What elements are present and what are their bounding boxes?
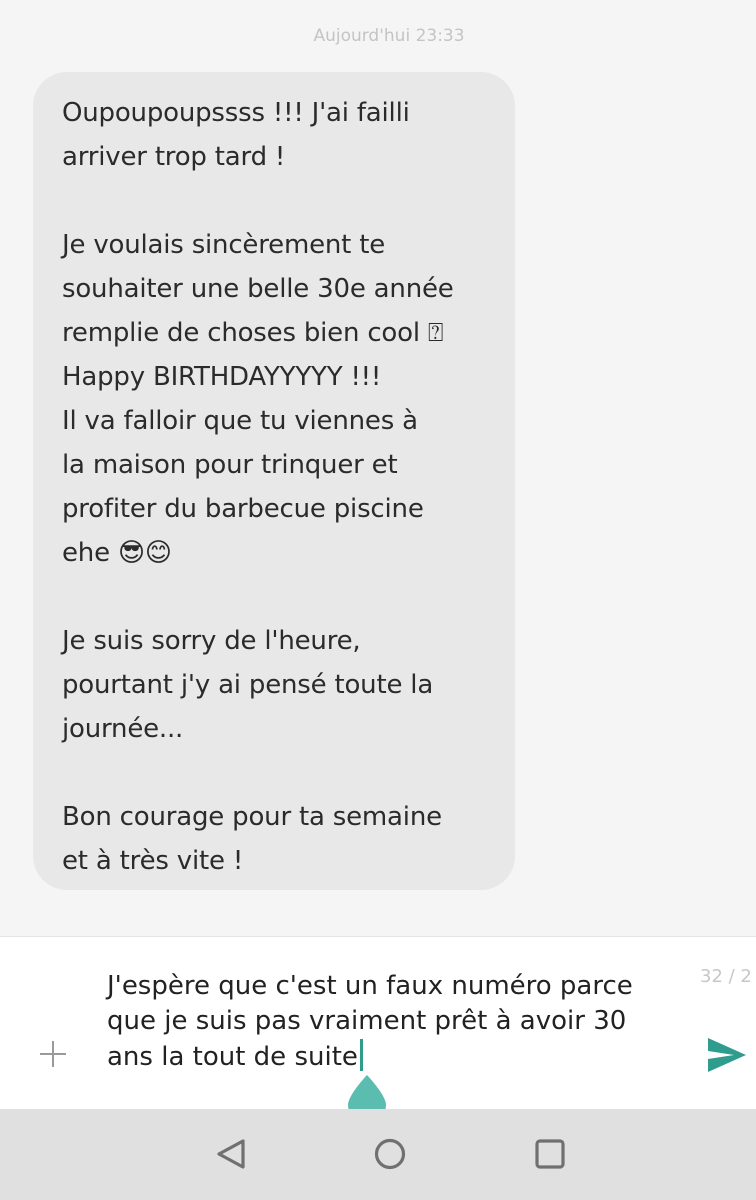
square-recents-icon[interactable] — [533, 1137, 567, 1171]
message-text-part-3: Je suis sorry de l'heure, pourtant j'y a… — [62, 626, 442, 876]
message-text-part-1: Oupoupoupssss !!! J'ai failli arriver tr… — [62, 98, 454, 348]
message-input[interactable]: J'espère que c'est un faux numéro parce … — [107, 969, 675, 1075]
send-icon[interactable] — [706, 1036, 748, 1074]
draft-text: J'espère que c'est un faux numéro parce … — [107, 971, 633, 1072]
text-caret — [359, 1039, 363, 1071]
messaging-screen: Aujourd'hui 23:33 Oupoupoupssss !!! J'ai… — [0, 0, 756, 1200]
message-timestamp: Aujourd'hui 23:33 — [313, 26, 465, 46]
plus-icon[interactable] — [38, 1039, 68, 1069]
missing-glyph: ⍰ — [427, 318, 444, 348]
incoming-message-bubble[interactable]: Oupoupoupssss !!! J'ai failli arriver tr… — [33, 72, 515, 890]
message-text-part-2: Happy BIRTHDAYYYYY !!! Il va falloir que… — [62, 362, 424, 568]
system-navigation-bar — [0, 1109, 756, 1200]
emoji-sunglasses-smile: 😎😊 — [117, 538, 172, 568]
character-count: 32 / 2 — [700, 966, 752, 987]
circle-home-icon[interactable] — [373, 1137, 407, 1171]
triangle-back-icon[interactable] — [214, 1137, 248, 1171]
